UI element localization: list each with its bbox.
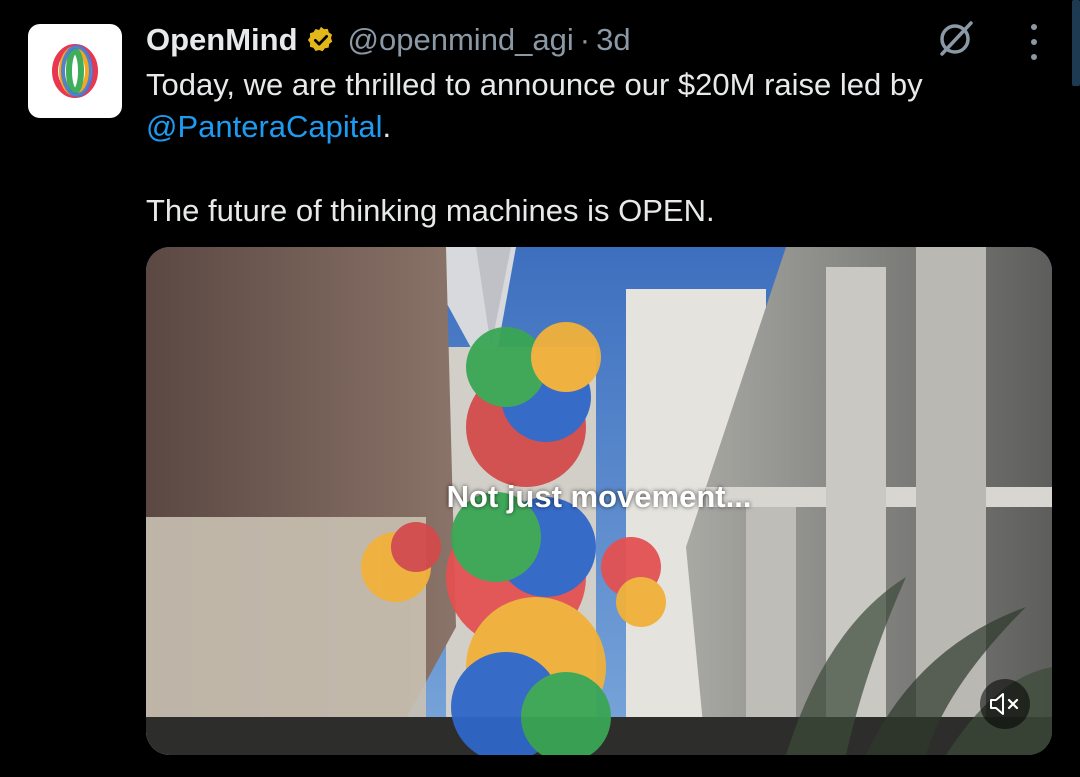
video-caption: Not just movement... xyxy=(446,479,752,514)
grok-icon[interactable] xyxy=(936,18,976,58)
avatar[interactable] xyxy=(28,24,122,118)
separator-dot: · xyxy=(579,22,591,57)
mute-button[interactable] xyxy=(980,679,1030,729)
author-handle[interactable]: @openmind_agi xyxy=(348,22,574,58)
author-name[interactable]: OpenMind xyxy=(146,22,298,58)
openmind-logo-icon xyxy=(52,44,98,98)
tweet-text-line1: Today, we are thrilled to announce our $… xyxy=(146,64,1026,148)
tweet-text-line2: The future of thinking machines is OPEN. xyxy=(146,193,715,228)
tweet-text: Today, we are thrilled to announce our $… xyxy=(146,64,1026,232)
verified-badge-icon[interactable] xyxy=(306,25,336,55)
speaker-muted-icon xyxy=(990,693,1019,715)
scrollbar[interactable] xyxy=(1072,0,1080,86)
video-player[interactable]: Not just movement... xyxy=(146,247,1052,755)
tweet-text-prefix: Today, we are thrilled to announce our $… xyxy=(146,67,923,102)
timestamp[interactable]: 3d xyxy=(596,22,630,58)
tweet-header: OpenMind @openmind_agi · 3d xyxy=(146,18,631,62)
more-options-icon[interactable] xyxy=(1020,24,1048,60)
tweet-text-suffix: . xyxy=(382,109,392,144)
mention-link[interactable]: @PanteraCapital xyxy=(146,109,383,144)
